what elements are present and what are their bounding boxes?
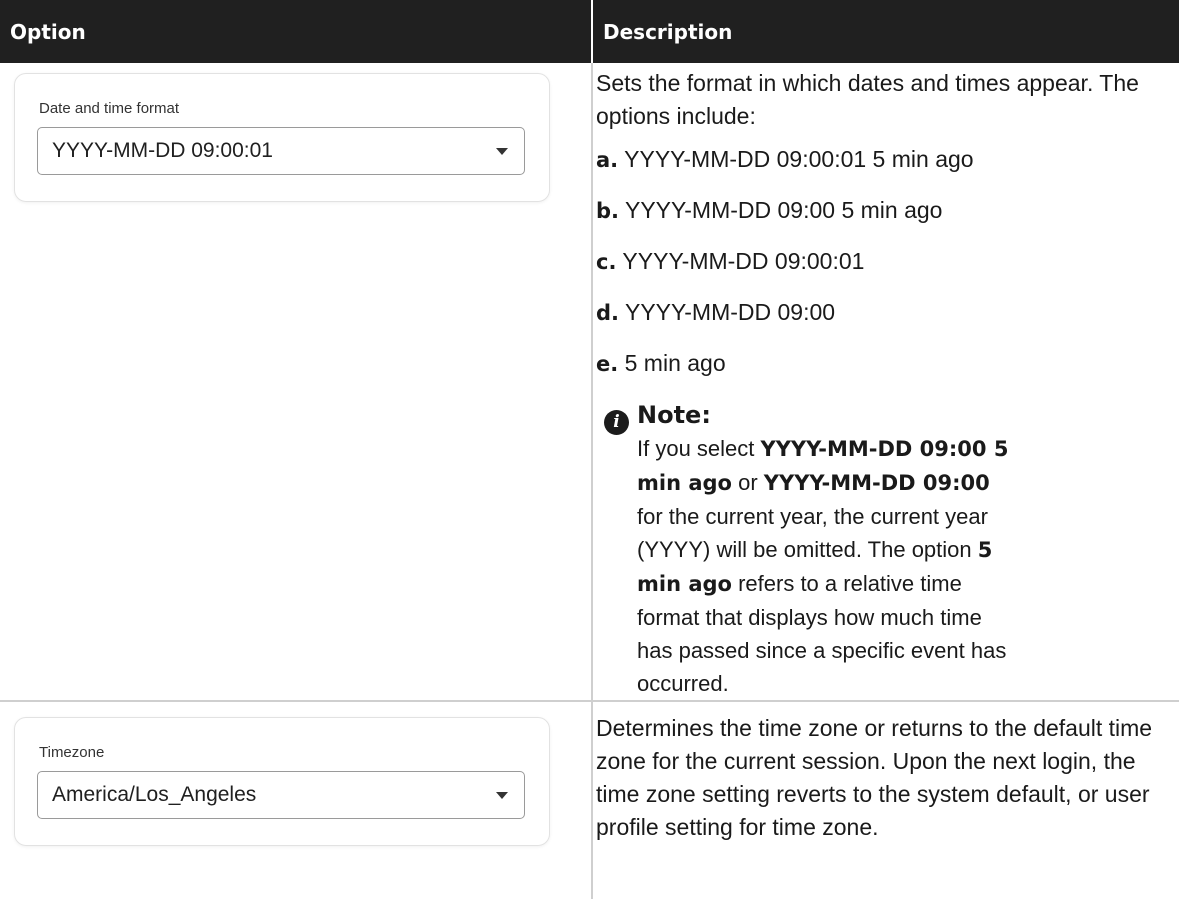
option-letter: a.	[596, 148, 619, 172]
info-icon: i	[604, 410, 629, 435]
description-cell: Sets the format in which dates and times…	[592, 63, 1179, 702]
option-cell: Timezone America/Los_Angeles	[0, 701, 593, 899]
option-cell: Date and time format YYYY-MM-DD 09:00:01	[0, 63, 593, 702]
option-item-c: c. YYYY-MM-DD 09:00:01	[596, 245, 1165, 279]
option-letter: b.	[596, 199, 620, 223]
table-row-date-format: Date and time format YYYY-MM-DD 09:00:01…	[0, 63, 1179, 702]
date-format-description: Sets the format in which dates and times…	[596, 70, 1139, 129]
option-text: YYYY-MM-DD 09:00 5 min ago	[625, 197, 943, 223]
caret-down-icon	[496, 791, 508, 799]
note-bold-part: YYYY-MM-DD 09:00	[763, 471, 990, 495]
option-text: YYYY-MM-DD 09:00:01 5 min ago	[624, 146, 974, 172]
note-text-part: for the current year, the current year (…	[637, 504, 988, 562]
option-item-a: a. YYYY-MM-DD 09:00:01 5 min ago	[596, 143, 1165, 177]
option-text: 5 min ago	[624, 350, 726, 376]
header-description: Description	[592, 0, 1179, 63]
header-option: Option	[0, 0, 593, 63]
option-item-d: d. YYYY-MM-DD 09:00	[596, 296, 1165, 330]
note-title: Note:	[637, 401, 711, 429]
option-letter: c.	[596, 250, 617, 274]
option-item-e: e. 5 min ago	[596, 347, 1165, 381]
table-row-timezone: Timezone America/Los_Angeles Determines …	[0, 701, 1179, 899]
date-format-label: Date and time format	[39, 100, 180, 117]
timezone-description: Determines the time zone or returns to t…	[596, 715, 1153, 840]
option-text: YYYY-MM-DD 09:00:01	[622, 248, 865, 274]
timezone-value: America/Los_Angeles	[52, 783, 257, 806]
note-body: Note: If you select YYYY-MM-DD 09:00 5 m…	[637, 398, 1017, 700]
note-text: If you select YYYY-MM-DD 09:00 5 min ago…	[637, 432, 1017, 700]
description-cell: Determines the time zone or returns to t…	[592, 701, 1179, 899]
timezone-label: Timezone	[39, 744, 105, 761]
timezone-card: Timezone America/Los_Angeles	[14, 717, 550, 846]
date-format-select[interactable]: YYYY-MM-DD 09:00:01	[37, 127, 525, 175]
option-text: YYYY-MM-DD 09:00	[625, 299, 836, 325]
option-item-b: b. YYYY-MM-DD 09:00 5 min ago	[596, 194, 1165, 228]
note-callout: i Note: If you select YYYY-MM-DD 09:00 5…	[604, 398, 1165, 700]
date-format-value: YYYY-MM-DD 09:00:01	[52, 139, 273, 162]
option-letter: e.	[596, 352, 619, 376]
date-format-card: Date and time format YYYY-MM-DD 09:00:01	[14, 73, 550, 202]
option-letter: d.	[596, 301, 620, 325]
caret-down-icon	[496, 147, 508, 155]
options-table: Option Description Date and time format …	[0, 0, 1179, 899]
note-text-part: or	[731, 470, 764, 495]
timezone-select[interactable]: America/Los_Angeles	[37, 771, 525, 819]
note-text-part: If you select	[637, 436, 761, 461]
table-header-row: Option Description	[0, 0, 1179, 63]
